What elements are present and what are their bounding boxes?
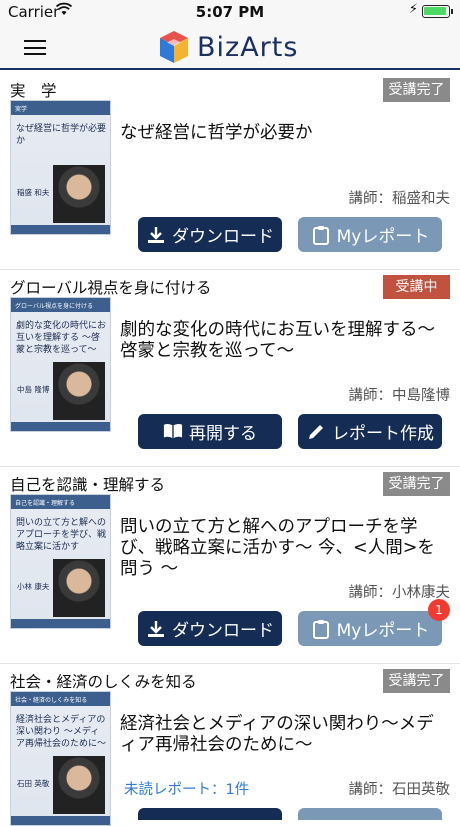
button-label: レポート作成	[332, 424, 434, 444]
button-label: 再開する	[189, 424, 257, 444]
download-button[interactable]: ダウンロード	[138, 611, 282, 646]
lecturer-photo	[53, 362, 105, 420]
status-badge: 受講完了	[383, 472, 450, 496]
book-icon	[163, 422, 183, 442]
course-row[interactable]: 社会・経済のしくみを知る 受講完了 社会・経済のしくみを知る 経済社会とメディアの…	[0, 664, 460, 826]
download-button[interactable]: ダウンロード	[138, 217, 282, 252]
clock: 5:07 PM	[195, 3, 265, 21]
pencil-icon	[306, 422, 326, 442]
charging-icon: ⚡	[408, 2, 418, 17]
status-badge: 受講完了	[383, 78, 450, 102]
course-title[interactable]: 経済社会とメディアの深い関わり〜メディア再帰社会のために〜	[120, 714, 448, 756]
clipboard-button[interactable]: Myレポート	[298, 217, 442, 252]
clipboard-icon	[311, 225, 331, 245]
thumbnail-title: 問いの立て方と解へのアプローチを学び、戦略立案に活かす	[16, 518, 107, 552]
course-thumbnail[interactable]: 社会・経済のしくみを知る 経済社会とメディアの深い関わり 〜メディア再帰社会のた…	[10, 691, 111, 826]
unread-report-link[interactable]: 未読レポート：1件	[124, 778, 249, 799]
thumbnail-lecturer: 小林 康夫	[17, 582, 50, 591]
button-label: ダウンロード	[172, 621, 274, 641]
thumbnail-header: 実学	[11, 101, 110, 115]
thumbnail-lecturer: 稲盛 和夫	[17, 188, 50, 197]
lecturer-photo	[53, 559, 105, 617]
thumbnail-header: グローバル視点を身に付ける	[11, 298, 110, 312]
thumbnail-lecturer: 中島 隆博	[17, 385, 50, 394]
course-thumbnail[interactable]: 自己を認識・理解する 問いの立て方と解へのアプローチを学び、戦略立案に活かす 小…	[10, 494, 111, 629]
lecturer-name: 講師：稲盛和夫	[348, 191, 451, 207]
thumbnail-title: 劇的な変化の時代にお互いを理解する 〜啓蒙と宗教を巡って〜	[16, 321, 107, 355]
thumbnail-footer	[11, 619, 110, 628]
course-category: 自己を認識・理解する	[10, 476, 166, 494]
clipboard-icon	[311, 619, 331, 639]
lecturer-name: 講師：石田英敬	[348, 782, 451, 798]
course-title[interactable]: 問いの立て方と解へのアプローチを学び、戦略立案に活かす〜 今、<人間>を問う 〜	[120, 517, 448, 580]
lecturer-name: 講師：中島隆博	[348, 388, 451, 404]
thumbnail-title: なぜ経営に哲学が必要か	[16, 124, 107, 146]
app-name: BizArts	[197, 31, 299, 63]
book-button[interactable]: 再開する	[138, 414, 282, 449]
button-label: Myレポート	[336, 227, 430, 247]
battery-icon	[422, 5, 453, 18]
download-icon	[146, 225, 166, 245]
course-category: グローバル視点を身に付ける	[10, 279, 212, 297]
download-button[interactable]	[138, 808, 282, 820]
notification-badge: 1	[428, 599, 450, 621]
course-thumbnail[interactable]: 実学 なぜ経営に哲学が必要か 稲盛 和夫	[10, 100, 111, 235]
thumbnail-footer	[11, 816, 110, 825]
thumbnail-lecturer: 石田 英敬	[17, 779, 50, 788]
pencil-button[interactable]: レポート作成	[298, 414, 442, 449]
status-badge: 受講完了	[383, 669, 450, 693]
course-row[interactable]: 実 学 受講完了 実学 なぜ経営に哲学が必要か 稲盛 和夫 なぜ経営に哲学が必要か…	[0, 73, 460, 270]
button-label: Myレポート	[336, 621, 430, 641]
status-badge: 受講中	[383, 275, 450, 299]
status-bar: Carrier 5:07 PM ⚡	[0, 0, 460, 22]
course-row[interactable]: グローバル視点を身に付ける 受講中 グローバル視点を身に付ける 劇的な変化の時代に…	[0, 270, 460, 467]
course-title[interactable]: 劇的な変化の時代にお互いを理解する〜啓蒙と宗教を巡って〜	[120, 320, 448, 362]
clipboard-button[interactable]: Myレポート 1	[298, 599, 450, 646]
download-icon	[146, 619, 166, 639]
button-label: ダウンロード	[172, 227, 274, 247]
hamburger-menu-icon[interactable]	[24, 40, 46, 55]
lecturer-photo	[53, 165, 105, 223]
cube-logo-icon	[160, 31, 188, 63]
thumbnail-title: 経済社会とメディアの深い関わり 〜メディア再帰社会のために〜	[16, 715, 107, 749]
thumbnail-header: 社会・経済のしくみを知る	[11, 692, 110, 706]
thumbnail-footer	[11, 225, 110, 234]
course-category: 社会・経済のしくみを知る	[10, 673, 197, 691]
thumbnail-header: 自己を認識・理解する	[11, 495, 110, 509]
course-row[interactable]: 自己を認識・理解する 受講完了 自己を認識・理解する 問いの立て方と解へのアプロー…	[0, 467, 460, 664]
clipboard-button[interactable]	[298, 808, 442, 820]
thumbnail-footer	[11, 422, 110, 431]
lecturer-photo	[53, 756, 105, 814]
course-thumbnail[interactable]: グローバル視点を身に付ける 劇的な変化の時代にお互いを理解する 〜啓蒙と宗教を巡…	[10, 297, 111, 432]
course-title[interactable]: なぜ経営に哲学が必要か	[120, 123, 448, 144]
app-logo: BizArts	[159, 28, 298, 66]
nav-bar: BizArts	[0, 22, 460, 70]
course-category: 実 学	[10, 82, 57, 100]
